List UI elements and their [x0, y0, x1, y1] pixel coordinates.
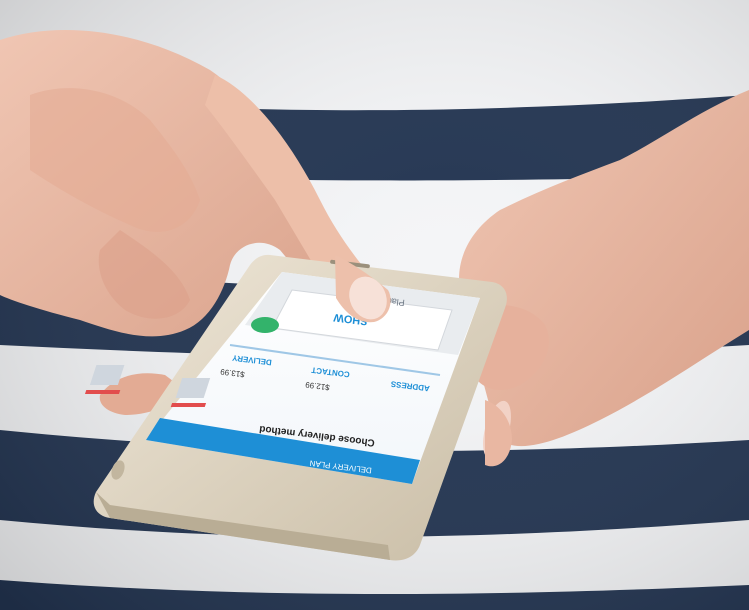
photo-illustration: Place your order SHOW DELIVERY ADDRESS C… [0, 0, 749, 610]
photo-scene: Place your order SHOW DELIVERY ADDRESS C… [0, 0, 749, 610]
header-green-button [251, 317, 279, 333]
